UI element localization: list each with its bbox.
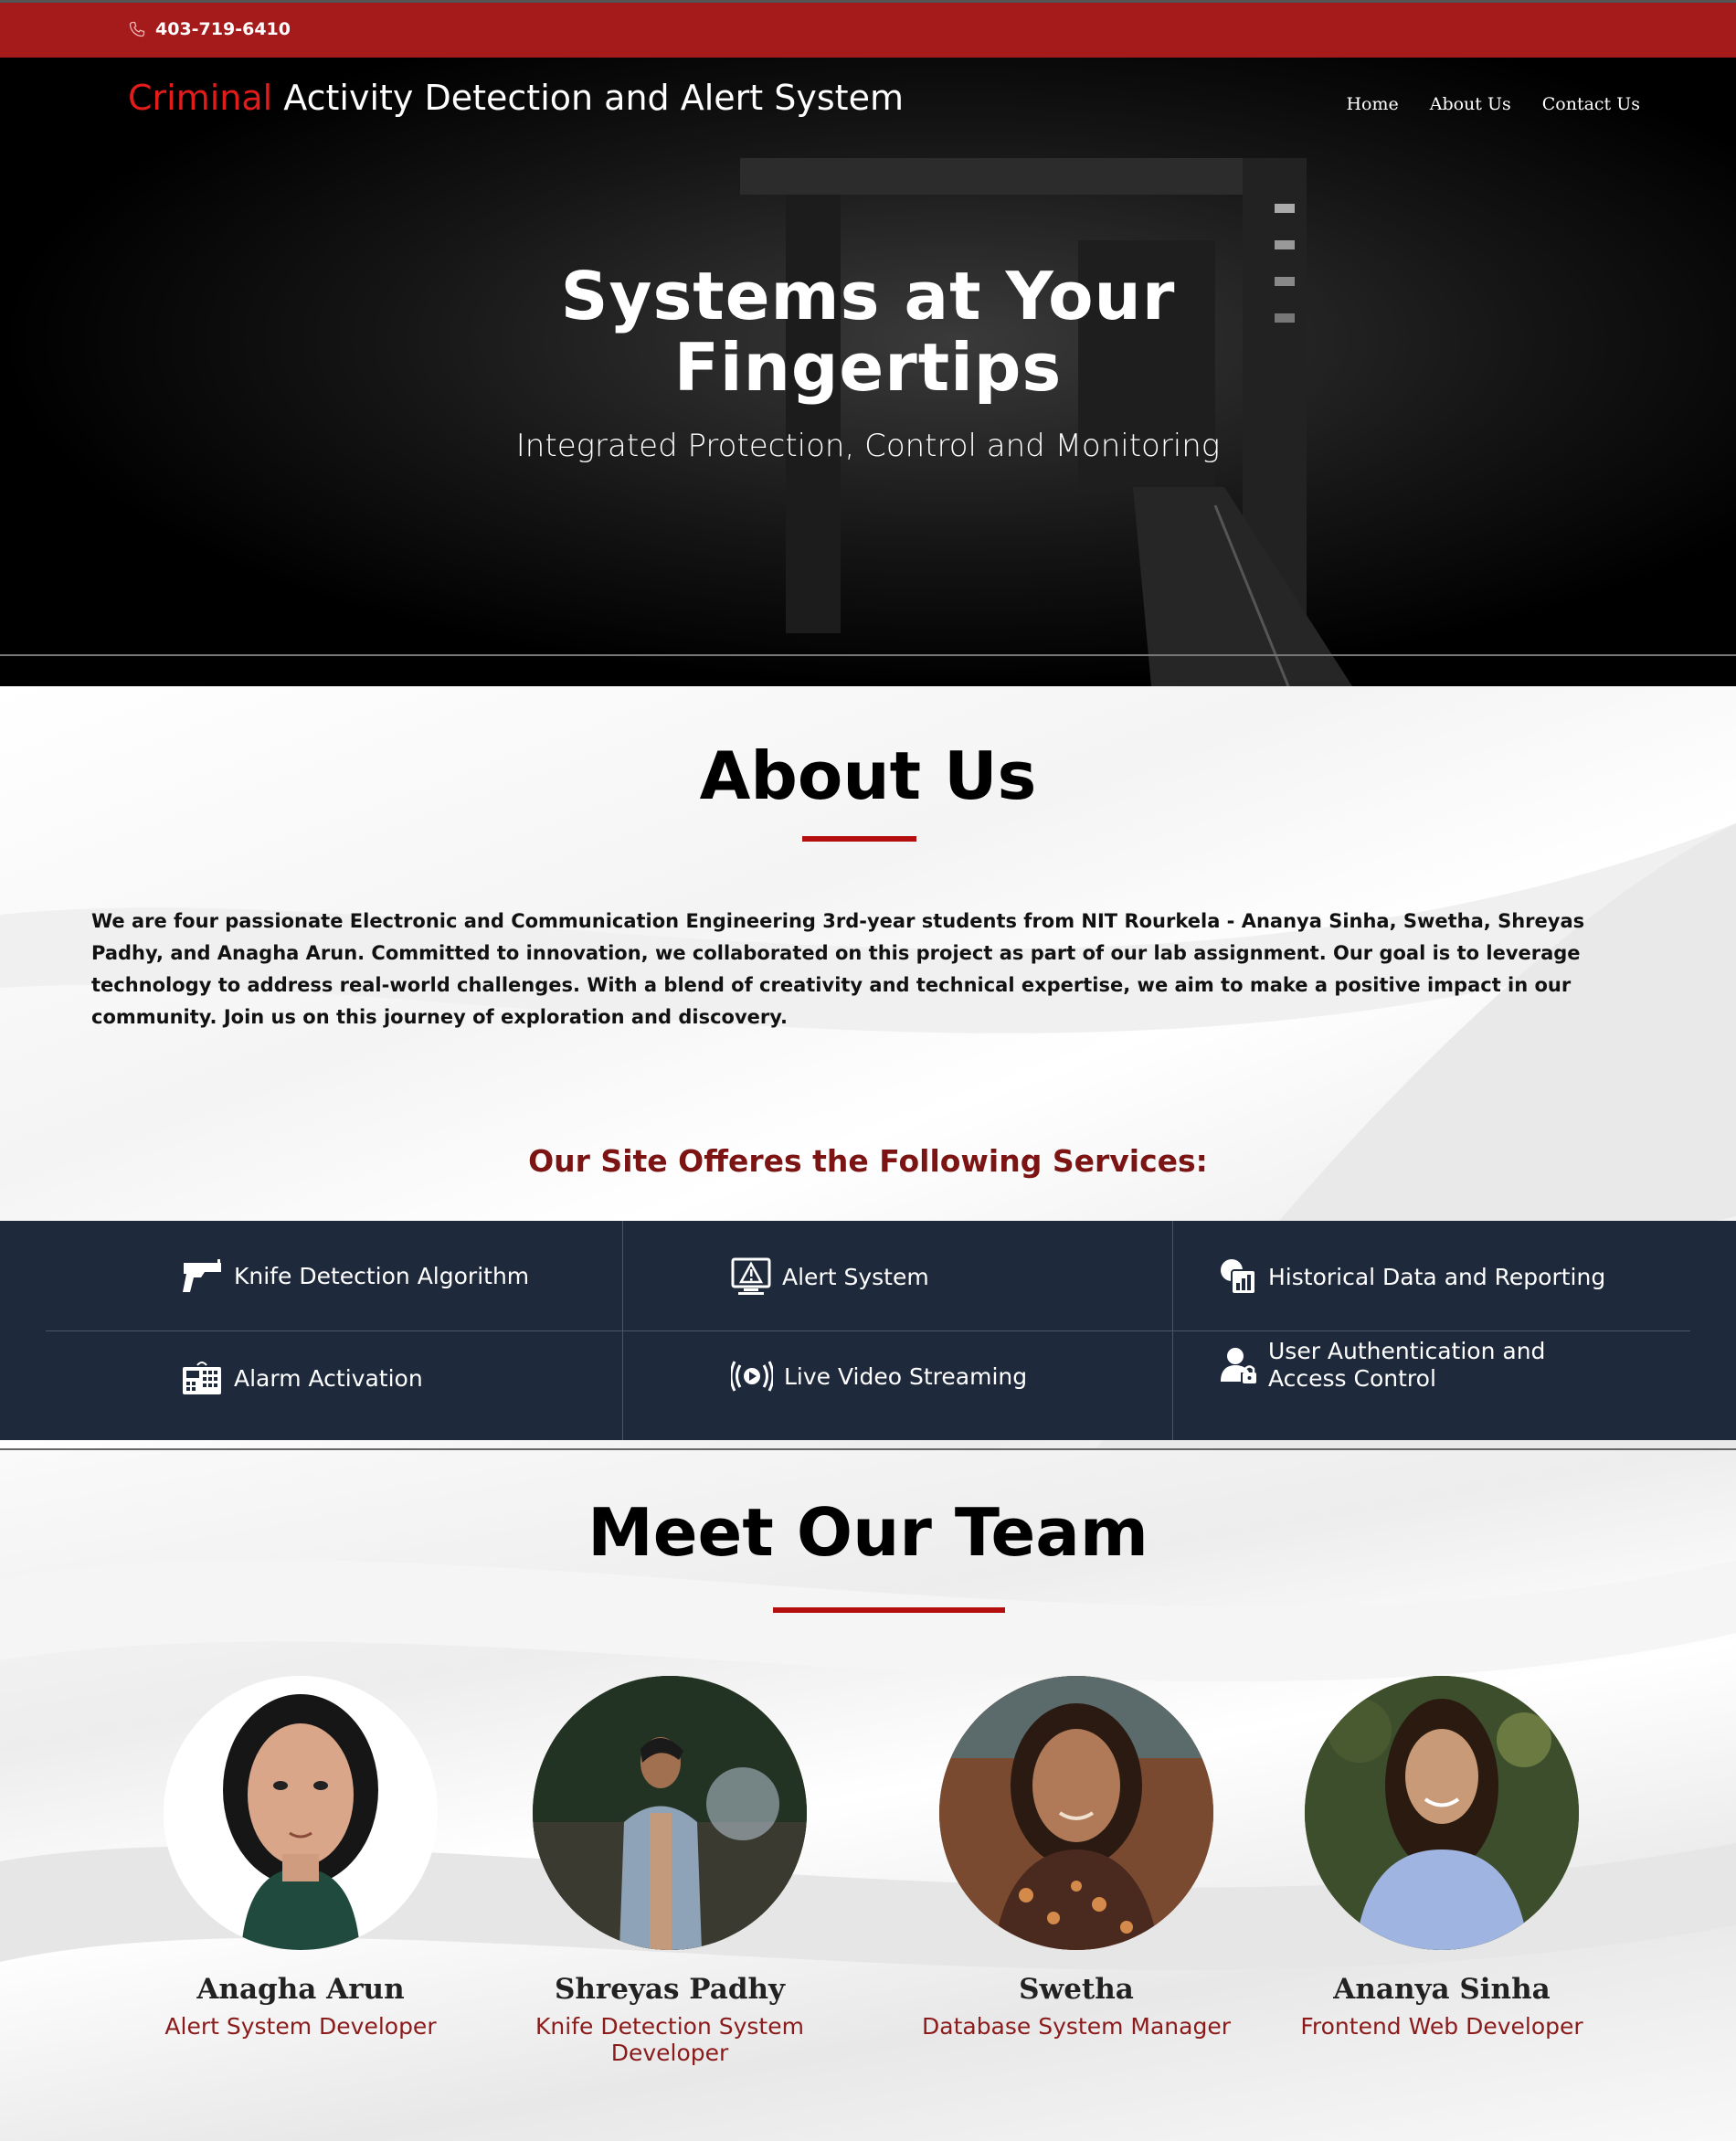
- hero-section: Criminal Activity Detection and Alert Sy…: [0, 58, 1736, 686]
- member-name: Anagha Arun: [196, 1973, 405, 2006]
- member-role: Frontend Web Developer: [1300, 2013, 1583, 2040]
- about-description: We are four passionate Electronic and Co…: [91, 910, 1585, 1028]
- gun-icon: [183, 1259, 221, 1292]
- brand-accent: Criminal: [128, 78, 273, 118]
- main-nav: Home About Us Contact Us: [1346, 94, 1640, 114]
- team-title-underline: [773, 1607, 1005, 1613]
- about-title: About Us: [699, 737, 1037, 814]
- about-title-underline: [802, 836, 916, 842]
- member-name: Ananya Sinha: [1333, 1973, 1551, 2006]
- member-role: Alert System Developer: [164, 2013, 437, 2040]
- member-photo: [533, 1676, 807, 1950]
- nav-home[interactable]: Home: [1346, 94, 1398, 114]
- user-lock-icon: [1221, 1348, 1256, 1383]
- services-heading: Our Site Offeres the Following Services:: [528, 1143, 1208, 1179]
- top-contact-bar: 403-719-6410: [0, 0, 1736, 58]
- nav-about-us[interactable]: About Us: [1430, 94, 1511, 114]
- brand-text: Activity Detection and Alert System: [272, 78, 904, 118]
- service-label: Live Video Streaming: [784, 1362, 1028, 1390]
- service-label: User Authentication and Access Control: [1268, 1338, 1546, 1392]
- service-alarm-activation[interactable]: Alarm Activation: [181, 1360, 423, 1396]
- service-knife-detection[interactable]: Knife Detection Algorithm: [181, 1257, 529, 1294]
- member-photo: [164, 1676, 438, 1950]
- service-label: Alarm Activation: [234, 1364, 423, 1392]
- team-member-card: Anagha Arun Alert System Developer: [118, 1676, 483, 2040]
- hero-title: Systems at Your Fingertips: [0, 260, 1736, 403]
- live-stream-icon: [731, 1361, 773, 1392]
- team-title: Meet Our Team: [587, 1494, 1149, 1571]
- avatar: [164, 1676, 438, 1950]
- report-icon: [1221, 1259, 1256, 1295]
- member-name: Swetha: [1019, 1973, 1134, 2006]
- alarm-panel-icon: [183, 1362, 221, 1394]
- phone-number: 403-719-6410: [155, 19, 291, 39]
- service-user-auth[interactable]: User Authentication and Access Control: [1219, 1338, 1621, 1393]
- grid-divider: [46, 1330, 1690, 1331]
- services-grid: Knife Detection Algorithm Alert System H…: [0, 1221, 1736, 1440]
- service-label: Historical Data and Reporting: [1268, 1263, 1606, 1290]
- member-photo: [939, 1676, 1213, 1950]
- hero-subtitle: Integrated Protection, Control and Monit…: [515, 428, 1221, 464]
- service-label: Alert System: [782, 1263, 929, 1290]
- member-photo: [1305, 1676, 1579, 1950]
- alert-monitor-icon: [731, 1257, 771, 1295]
- service-label: Knife Detection Algorithm: [234, 1262, 530, 1289]
- member-name: Shreyas Padhy: [554, 1973, 786, 2006]
- team-member-card: Swetha Database System Manager: [894, 1676, 1259, 2040]
- avatar: [1305, 1676, 1579, 1950]
- team-section: Meet Our Team Anagha Arun Alert System D…: [0, 1448, 1736, 2141]
- phone-icon: [129, 21, 145, 37]
- phone-contact[interactable]: 403-719-6410: [128, 19, 291, 39]
- service-alert-system[interactable]: Alert System: [731, 1257, 929, 1296]
- service-historical-data[interactable]: Historical Data and Reporting: [1219, 1257, 1605, 1296]
- avatar: [533, 1676, 807, 1950]
- member-role: Database System Manager: [922, 2013, 1231, 2040]
- team-member-card: Ananya Sinha Frontend Web Developer: [1259, 1676, 1625, 2040]
- hero-title-line1: Systems at Your: [560, 258, 1176, 334]
- team-member-card: Shreyas Padhy Knife Detection System Dev…: [487, 1676, 852, 2066]
- nav-contact-us[interactable]: Contact Us: [1542, 94, 1640, 114]
- member-role: Knife Detection System Developer: [535, 2013, 804, 2066]
- avatar: [939, 1676, 1213, 1950]
- hero-divider: [0, 654, 1736, 656]
- service-live-video[interactable]: Live Video Streaming: [731, 1360, 1027, 1393]
- hero-title-line2: Fingertips: [673, 329, 1063, 406]
- site-brand[interactable]: Criminal Activity Detection and Alert Sy…: [128, 78, 904, 118]
